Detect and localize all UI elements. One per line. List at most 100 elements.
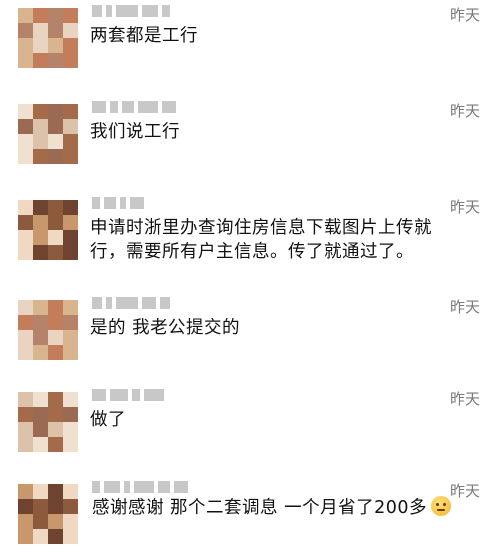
avatar-pixel (33, 245, 48, 260)
avatar[interactable] (18, 200, 78, 260)
avatar-pixel (33, 330, 48, 345)
avatar-pixel (18, 104, 33, 119)
comment-timestamp: 昨天 (449, 298, 480, 316)
avatar-pixel (33, 407, 48, 422)
avatar-pixel (18, 392, 33, 407)
avatar[interactable] (18, 392, 78, 452)
comment-timestamp: 昨天 (449, 102, 480, 120)
avatar-pixel (33, 38, 48, 53)
avatar-pixel (63, 392, 78, 407)
avatar-pixel (33, 119, 48, 134)
avatar-pixel (33, 422, 48, 437)
avatar-pixel (63, 8, 78, 23)
thinking-face-emoji (431, 496, 452, 516)
avatar-pixel (63, 215, 78, 230)
avatar[interactable] (18, 300, 78, 360)
avatar-pixel (18, 529, 33, 544)
avatar-pixel (18, 38, 33, 53)
avatar[interactable] (18, 104, 78, 164)
comment-text: 两套都是工行 (90, 26, 198, 46)
avatar-pixel (63, 437, 78, 452)
avatar-pixel (63, 422, 78, 437)
avatar[interactable] (18, 484, 78, 544)
avatar-pixel (18, 119, 33, 134)
avatar-pixel (48, 119, 63, 134)
avatar-pixel (33, 8, 48, 23)
avatar-pixel (33, 104, 48, 119)
avatar-pixel (63, 300, 78, 315)
comment-text: 是的 我老公提交的 (90, 318, 241, 338)
avatar-pixel (33, 499, 48, 514)
avatar-pixel (33, 529, 48, 544)
avatar-pixel (33, 200, 48, 215)
comment-item[interactable]: 昨天 是的 我老公提交的 (0, 292, 500, 382)
avatar-pixel (18, 422, 33, 437)
avatar-pixel (18, 230, 33, 245)
username-blurred[interactable] (92, 480, 188, 494)
avatar-pixel (48, 345, 63, 360)
comment-item[interactable]: 昨天 做了 (0, 384, 500, 474)
avatar-pixel (63, 38, 78, 53)
avatar-pixel (33, 300, 48, 315)
avatar-pixel (63, 119, 78, 134)
username-blurred[interactable] (92, 100, 176, 114)
avatar-pixel (63, 200, 78, 215)
avatar-pixel (18, 300, 33, 315)
avatar-pixel (33, 23, 48, 38)
avatar-pixel (33, 437, 48, 452)
avatar-pixel (18, 330, 33, 345)
avatar-pixel (33, 149, 48, 164)
avatar-pixel (63, 149, 78, 164)
comment-text: 感谢感谢 那个二套调息 一个月省了200多 (92, 496, 462, 520)
avatar[interactable] (18, 8, 78, 68)
avatar-pixel (48, 330, 63, 345)
avatar-pixel (18, 200, 33, 215)
avatar-pixel (18, 149, 33, 164)
username-blurred[interactable] (92, 296, 170, 310)
avatar-pixel (18, 134, 33, 149)
avatar-pixel (18, 407, 33, 422)
comment-item[interactable]: 昨天 我们说工行 (0, 96, 500, 186)
avatar-pixel (48, 23, 63, 38)
comment-text: 做了 (90, 410, 126, 430)
avatar-pixel (18, 23, 33, 38)
comment-text-content: 感谢感谢 那个二套调息 一个月省了200多 (92, 498, 428, 518)
comment-text: 我们说工行 (90, 122, 180, 142)
avatar-pixel (33, 315, 48, 330)
avatar-pixel (33, 230, 48, 245)
avatar-pixel (18, 484, 33, 499)
avatar-pixel (48, 215, 63, 230)
username-blurred[interactable] (92, 4, 170, 18)
comment-item[interactable]: 昨天 感谢感谢 那个二套调息 一个月省了200多 (0, 476, 500, 559)
avatar-pixel (63, 529, 78, 544)
comment-item[interactable]: 昨天 申请时浙里办查询住房信息下载图片上传就行，需要所有户主信息。传了就通过了。 (0, 192, 500, 288)
username-blurred[interactable] (92, 196, 144, 210)
avatar-pixel (18, 8, 33, 23)
avatar-pixel (48, 407, 63, 422)
avatar-pixel (63, 514, 78, 529)
avatar-pixel (33, 53, 48, 68)
avatar-pixel (48, 53, 63, 68)
avatar-pixel (48, 514, 63, 529)
avatar-pixel (18, 245, 33, 260)
avatar-pixel (33, 514, 48, 529)
avatar-pixel (18, 345, 33, 360)
avatar-pixel (48, 392, 63, 407)
avatar-pixel (18, 315, 33, 330)
username-blurred[interactable] (92, 388, 164, 402)
avatar-pixel (33, 345, 48, 360)
avatar-pixel (48, 38, 63, 53)
avatar-pixel (48, 422, 63, 437)
avatar-pixel (48, 230, 63, 245)
avatar-pixel (18, 215, 33, 230)
avatar-pixel (33, 215, 48, 230)
avatar-pixel (63, 230, 78, 245)
comment-item[interactable]: 昨天 两套都是工行 (0, 0, 500, 90)
avatar-pixel (48, 245, 63, 260)
avatar-pixel (48, 134, 63, 149)
avatar-pixel (63, 134, 78, 149)
avatar-pixel (63, 53, 78, 68)
avatar-pixel (63, 345, 78, 360)
avatar-pixel (18, 514, 33, 529)
avatar-pixel (63, 104, 78, 119)
